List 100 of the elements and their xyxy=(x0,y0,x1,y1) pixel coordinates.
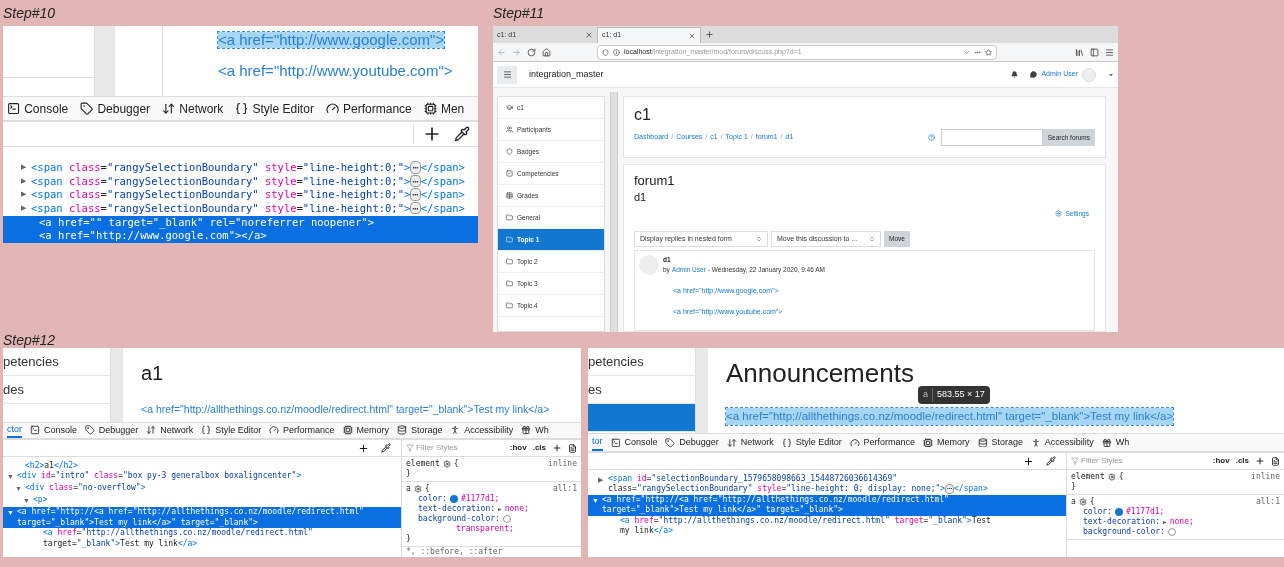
devtools-tab[interactable]: Performance xyxy=(325,97,412,120)
gauge-icon xyxy=(849,437,860,448)
gear-icon[interactable] xyxy=(1107,473,1116,481)
gear-icon[interactable] xyxy=(442,460,451,468)
reload-icon[interactable] xyxy=(527,47,536,57)
markup-line[interactable]: <h2>a1</h2> xyxy=(25,461,78,472)
document-icon[interactable] xyxy=(1271,456,1280,466)
devtools-tab[interactable]: Console xyxy=(610,434,658,451)
markup-line[interactable]: <span class="rangySelectionBoundary" style="line-height:0;">⋯</span> xyxy=(31,201,465,216)
devtools-tab[interactable]: Performance xyxy=(269,422,335,438)
gear-icon[interactable] xyxy=(1078,498,1087,506)
devtools-tab[interactable]: Men xyxy=(423,97,465,120)
markup-line[interactable]: target="_blank">Test my link</a> xyxy=(43,538,313,549)
devtools-tab[interactable]: Wh xyxy=(521,422,549,438)
markup-node[interactable]: <a href="" target="_blank" rel="noreferrer noopener"> <a href="http://www.google.com"></a> xyxy=(3,215,478,243)
devtools-tab[interactable]: Storage xyxy=(977,434,1023,451)
devtools-tab[interactable]: Console xyxy=(7,97,69,120)
document-icon[interactable] xyxy=(568,443,577,453)
markup-line[interactable]: <a href="http://allthethings.co.nz/moodle/redirect.html" xyxy=(43,528,313,539)
chat-icon[interactable] xyxy=(1030,71,1038,78)
markup-line[interactable]: <a href="http://allthethings.co.nz/moodle/redirect.html" target="_blank">Test xyxy=(620,515,991,526)
devtools-tab[interactable]: Network xyxy=(146,422,194,438)
color-swatch[interactable] xyxy=(502,515,511,523)
gauge-icon xyxy=(269,425,280,436)
classes-button[interactable]: .cls xyxy=(532,442,546,454)
hover-state-button[interactable]: :hov xyxy=(509,442,527,454)
devtools-tab[interactable]: tor xyxy=(592,434,603,451)
devtools-tab[interactable]: Wh xyxy=(1101,434,1130,451)
markup-line[interactable]: <a href="http://<a href="http://allthethings.co.nz/moodle/redirect.html" xyxy=(602,494,949,506)
bell-icon[interactable] xyxy=(1011,71,1019,78)
devtools-tab[interactable]: ctor xyxy=(7,422,22,438)
markup-line[interactable]: <a href="http://www.google.com"></a> xyxy=(39,229,375,243)
plus-icon[interactable] xyxy=(1023,455,1034,467)
devtools-tab[interactable]: Debugger xyxy=(665,434,719,451)
shield-icon xyxy=(602,48,609,56)
markup-line[interactable]: <div class="no-overflow"> xyxy=(25,483,146,494)
menu-button[interactable] xyxy=(497,65,517,84)
devtools-tab[interactable]: Network xyxy=(726,434,774,451)
devtools-tab[interactable]: Storage xyxy=(397,422,443,438)
pick-color-button[interactable] xyxy=(454,126,470,142)
markup-line[interactable]: <span id="selectionBoundary_1579658098663_15448726036614369" xyxy=(608,474,988,485)
nav-item[interactable]: petencies xyxy=(3,348,110,376)
new-tab-icon[interactable] xyxy=(705,30,714,39)
devtools-tab[interactable]: Debugger xyxy=(80,97,151,120)
markup-line[interactable]: my link</a> xyxy=(620,525,991,537)
markup-line[interactable]: <p> xyxy=(33,495,48,506)
markup-line[interactable]: <span class="rangySelectionBoundary" style="line-height:0;">⋯</span> xyxy=(31,174,465,189)
color-swatch[interactable] xyxy=(1114,508,1123,516)
devtools-tab[interactable]: Accessibility xyxy=(1030,434,1094,451)
hover-state-button[interactable]: :hov xyxy=(1212,455,1230,467)
page-link-text[interactable]: <a href="http://allthethings.co.nz/moodle/redirect.html" target="_blank">Test my link</a> xyxy=(141,402,550,418)
nav-item[interactable]: des xyxy=(3,376,110,404)
devtools-tab[interactable]: Memory xyxy=(923,434,970,451)
property-value: none; xyxy=(1169,517,1194,527)
rule-source[interactable]: all:1 xyxy=(1255,497,1280,507)
gear-icon[interactable] xyxy=(413,485,422,493)
search-field[interactable] xyxy=(940,129,1043,146)
eyedropper-icon[interactable] xyxy=(1046,456,1056,466)
markup-line[interactable]: <a href="http://<a href="http://allthethings.co.nz/moodle/redirect.html" xyxy=(17,507,364,518)
markup-line[interactable]: target="_blank">Test my link</a>" target="_blank"> xyxy=(602,505,949,516)
devtools-tab[interactable]: Style Editor xyxy=(201,422,262,438)
rule-source[interactable]: inline xyxy=(1251,472,1280,482)
home-icon[interactable] xyxy=(542,47,551,57)
markup-line[interactable]: <div id="intro" class="box py-3 generalbox boxaligncenter"> xyxy=(17,471,302,482)
markup-line[interactable]: <span class="rangySelectionBoundary" style="line-height:0;">⋯</span> xyxy=(31,188,465,202)
markup-line[interactable]: class="rangySelectionBoundary" style="line-height: 0; display: none;">⋯</span> xyxy=(608,484,988,495)
rule-brace: } xyxy=(1071,482,1076,492)
plus-icon[interactable] xyxy=(358,442,369,454)
devtools-tab[interactable]: Performance xyxy=(849,434,916,451)
devtools-tab[interactable]: Debugger xyxy=(84,422,139,438)
markup-line[interactable]: <a href="" target="_blank" rel="noreferrer noopener"> xyxy=(39,215,375,230)
devtools-tab[interactable]: Memory xyxy=(342,422,389,438)
property-value: #1177d1; xyxy=(1125,507,1165,517)
site-name[interactable]: integration_master xyxy=(529,67,604,82)
page-link-text[interactable]: <a href="http://www.youtube.com"> xyxy=(218,63,453,79)
nav-item[interactable] xyxy=(588,404,695,432)
devtools-tab[interactable]: Console xyxy=(30,422,77,438)
eyedropper-icon[interactable] xyxy=(381,443,391,453)
plus-icon[interactable] xyxy=(552,443,562,453)
sidebar-icon[interactable] xyxy=(1090,47,1099,57)
plus-icon[interactable] xyxy=(1255,456,1265,466)
devtools-tab[interactable]: Style Editor xyxy=(235,97,314,120)
devtools-tab[interactable]: Style Editor xyxy=(781,434,842,451)
markup-line[interactable]: <span class="rangySelectionBoundary" style="line-height:0;">⋯</span> xyxy=(31,161,465,175)
database-icon xyxy=(397,425,407,436)
table-icon xyxy=(506,192,513,199)
scrollbar[interactable] xyxy=(610,92,618,332)
menu-icon[interactable] xyxy=(1105,47,1114,57)
devtools-tab[interactable]: Accessibility xyxy=(450,422,514,438)
rule-source[interactable]: all:1 xyxy=(552,484,577,494)
rule-source[interactable]: inline xyxy=(548,459,577,469)
color-swatch[interactable] xyxy=(1167,528,1176,536)
rule-brace: } xyxy=(406,469,411,479)
nav-item[interactable]: petencies xyxy=(588,348,695,376)
devtools-tab[interactable]: Network xyxy=(162,97,224,120)
shield-icon xyxy=(506,148,513,155)
library-icon[interactable] xyxy=(1075,47,1084,57)
color-swatch[interactable] xyxy=(449,495,458,503)
classes-button[interactable]: .cls xyxy=(1235,455,1249,467)
markup-line[interactable]: target="_blank">Test my link</a>" target="_blank"> xyxy=(17,517,364,529)
